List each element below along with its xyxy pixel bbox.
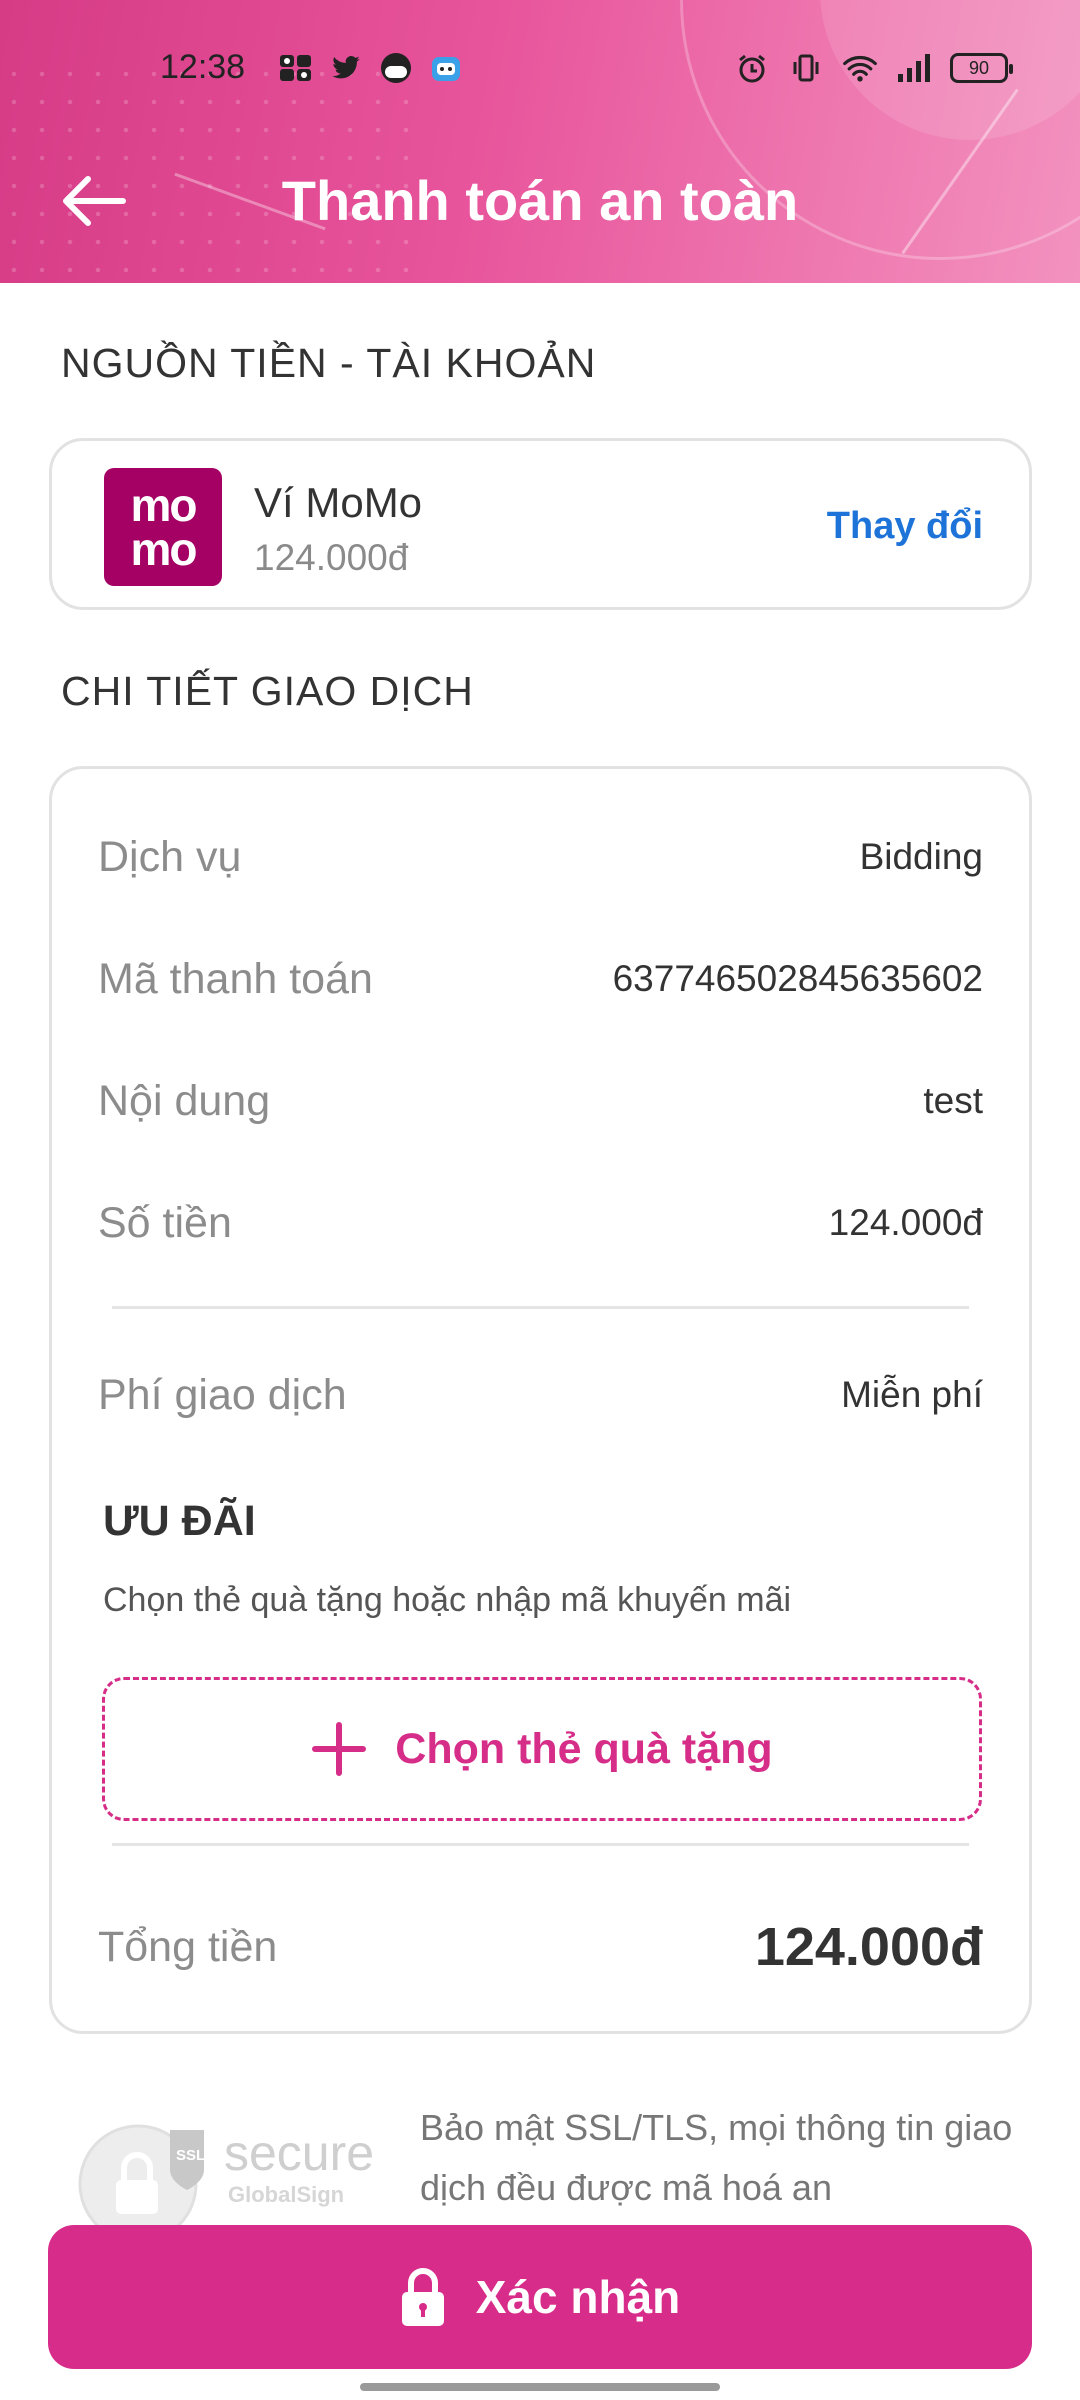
total-label: Tổng tiền <box>98 1922 278 1971</box>
ssl-badge-text: SSL <box>176 2147 205 2164</box>
notification-icons <box>278 50 464 86</box>
security-note: Bảo mật SSL/TLS, mọi thông tin giao dịch… <box>420 2107 1013 2208</box>
total-value: 124.000đ <box>754 1917 983 1977</box>
lock-icon <box>401 2268 444 2326</box>
system-icons: 90 <box>734 50 1013 86</box>
promo-title: ƯU ĐÃI <box>103 1497 256 1545</box>
details-section-title: CHI TIẾT GIAO DỊCH <box>61 668 474 714</box>
wallet-balance: 124.000đ <box>254 537 409 578</box>
plus-icon <box>312 1722 367 1776</box>
divider <box>112 1843 969 1846</box>
status-time: 12:38 <box>160 48 246 86</box>
detail-value: 124.000đ <box>828 1202 983 1243</box>
detail-label: Mã thanh toán <box>98 954 373 1003</box>
alarm-icon <box>734 50 770 86</box>
total-row: Tổng tiền 124.000đ <box>98 1909 983 1985</box>
status-bar: 12:38 90 <box>0 0 1080 140</box>
confirm-button-label: Xác nhận <box>475 2271 681 2323</box>
detail-value: 637746502845635602 <box>612 958 983 999</box>
detail-label: Nội dung <box>98 1076 271 1125</box>
battery-indicator: 90 <box>950 53 1013 83</box>
detail-row-content: Nội dung test <box>98 1071 983 1131</box>
detail-label: Số tiền <box>98 1198 232 1247</box>
twitter-icon <box>328 50 364 86</box>
detail-label: Dịch vụ <box>98 832 242 881</box>
source-section-title: NGUỒN TIỀN - TÀI KHOẢN <box>61 340 597 386</box>
divider <box>112 1306 969 1309</box>
transaction-detail-card: Dịch vụ Bidding Mã thanh toán 6377465028… <box>49 766 1032 2034</box>
header: 12:38 90 Thanh toán an toàn <box>0 0 1080 283</box>
robot-icon <box>428 50 464 86</box>
secure-badge-text: secure <box>224 2125 374 2181</box>
fee-label: Phí giao dịch <box>98 1370 347 1419</box>
wifi-icon <box>842 50 878 86</box>
fee-value: Miễn phí <box>841 1374 983 1415</box>
confirm-button[interactable]: Xác nhận <box>48 2225 1032 2369</box>
detail-row-payment-code: Mã thanh toán 637746502845635602 <box>98 949 983 1009</box>
wallet-name: Ví MoMo <box>254 479 423 526</box>
detail-row-fee: Phí giao dịch Miễn phí <box>98 1365 983 1425</box>
detail-row-amount: Số tiền 124.000đ <box>98 1193 983 1253</box>
ssl-secure-badge: SSL secure GlobalSign <box>72 2118 402 2244</box>
choose-gift-card-label: Chọn thẻ quà tặng <box>395 1724 773 1773</box>
home-indicator[interactable] <box>360 2383 720 2391</box>
momo-logo-text: mo <box>130 523 198 575</box>
detail-value: test <box>923 1080 983 1121</box>
change-source-link[interactable]: Thay đổi <box>827 505 983 548</box>
source-card[interactable]: mo mo Ví MoMo 124.000đ Thay đổi <box>49 438 1032 610</box>
page-title: Thanh toán an toàn <box>281 169 799 232</box>
choose-gift-card-button[interactable]: Chọn thẻ quà tặng <box>102 1677 982 1821</box>
face-icon <box>378 50 414 86</box>
promo-subtitle: Chọn thẻ quà tặng hoặc nhập mã khuyến mã… <box>103 1581 792 1619</box>
payment-screen: 12:38 90 Thanh toán an toàn NGUỒN TIỀN -… <box>0 0 1080 2400</box>
signal-icon <box>896 50 932 86</box>
detail-row-service: Dịch vụ Bidding <box>98 827 983 887</box>
mb-icon <box>278 50 314 86</box>
vibrate-icon <box>788 50 824 86</box>
momo-logo-text: mo <box>130 479 198 531</box>
momo-logo: mo mo <box>104 468 222 586</box>
globalsign-text: GlobalSign <box>228 2182 344 2207</box>
detail-value: Bidding <box>859 836 983 877</box>
